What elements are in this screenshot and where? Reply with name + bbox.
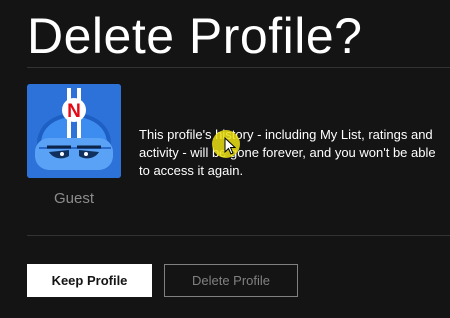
keep-profile-button[interactable]: Keep Profile xyxy=(27,264,152,297)
top-divider xyxy=(27,67,450,68)
netflix-kids-avatar-icon: N xyxy=(27,84,121,178)
delete-profile-page: Delete Profile? N Guest This profile's h… xyxy=(0,0,450,318)
page-title: Delete Profile? xyxy=(27,8,363,64)
bottom-divider xyxy=(27,235,450,236)
avatar-badge-letter: N xyxy=(67,101,81,122)
delete-warning-message: This profile's history - including My Li… xyxy=(139,127,436,178)
profile-avatar: N xyxy=(27,84,121,178)
profile-name: Guest xyxy=(53,190,95,207)
delete-profile-button[interactable]: Delete Profile xyxy=(164,264,298,297)
